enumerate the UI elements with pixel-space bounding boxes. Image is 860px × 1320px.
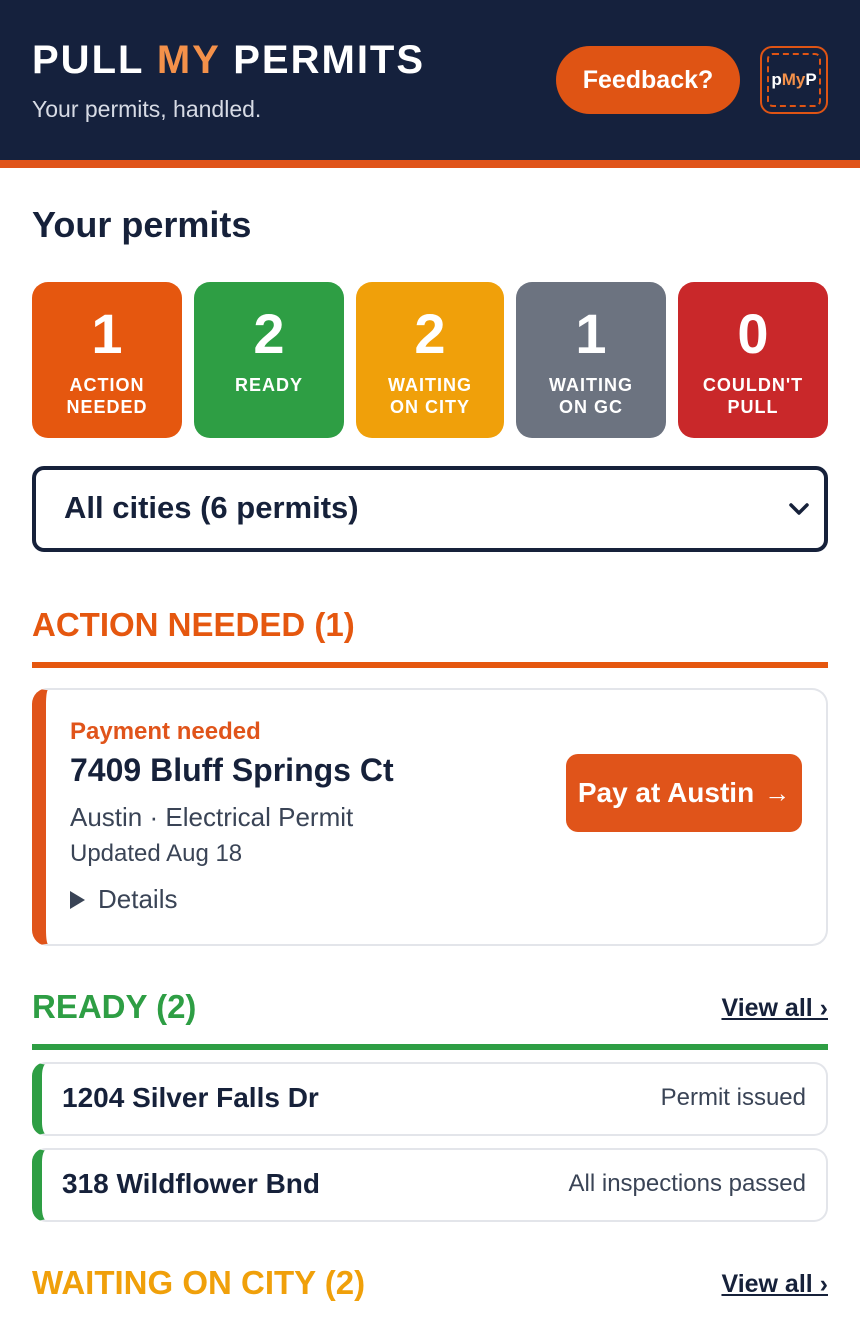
app-header: PULL MY PERMITS Your permits, handled. F… — [0, 0, 860, 160]
status-tile-action-needed[interactable]: 1 ACTION NEEDED — [32, 282, 182, 438]
brand-wordmark: PULL MY PERMITS — [32, 38, 425, 83]
tile-count: 0 — [737, 302, 769, 365]
status-tile-waiting-on-gc[interactable]: 1 WAITING ON GC — [516, 282, 666, 438]
tile-count: 1 — [575, 302, 607, 365]
view-all-waiting-on-city-link[interactable]: View all › — [721, 1270, 828, 1299]
logo-letters-my: My — [781, 70, 806, 89]
chevron-down-icon — [789, 503, 809, 515]
permit-row[interactable]: 318 Wildflower Bnd All inspections passe… — [32, 1148, 828, 1222]
brand-word-my: MY — [156, 38, 221, 82]
city-filter-select[interactable]: All cities (6 permits) — [32, 466, 828, 552]
permit-type: Electrical Permit — [165, 802, 354, 832]
tile-label: ACTION NEEDED — [66, 375, 148, 417]
meta-separator: · — [149, 802, 159, 832]
status-tile-ready[interactable]: 2 READY — [194, 282, 344, 438]
city-filter-value: All cities (6 permits) — [64, 490, 359, 525]
permit-row[interactable]: 1204 Silver Falls Dr Permit issued — [32, 1062, 828, 1136]
group-title-waiting-on-city: WAITING ON CITY (2) — [32, 1264, 366, 1301]
header-accent-stripe — [0, 160, 860, 168]
logo-letter-p2: P — [805, 70, 817, 89]
group-divider-ready — [32, 1044, 828, 1050]
tile-label: WAITING ON GC — [549, 375, 633, 417]
permit-meta: Austin · Electrical Permit — [70, 802, 353, 833]
row-status: All inspections passed — [568, 1170, 806, 1197]
page-title: Your permits — [32, 204, 252, 245]
app-logo-mark: p My P — [767, 53, 821, 107]
pay-at-city-button[interactable]: Pay at Austin → — [566, 754, 802, 832]
tile-count: 2 — [414, 302, 446, 365]
permit-status: Payment needed — [70, 718, 261, 745]
view-all-ready-link[interactable]: View all › — [721, 994, 828, 1023]
permit-card-action-needed: Payment needed 7409 Bluff Springs Ct Aus… — [32, 688, 828, 946]
tile-label: READY — [234, 375, 303, 395]
permit-updated: Updated Aug 18 — [70, 840, 243, 867]
brand-tagline: Your permits, handled. — [32, 96, 262, 122]
pay-button-label: Pay at Austin — [577, 777, 755, 808]
status-tile-couldnt-pull[interactable]: 0 COULDN'T PULL — [678, 282, 828, 438]
permit-address: 7409 Bluff Springs Ct — [70, 752, 394, 788]
tile-count: 2 — [253, 302, 285, 365]
arrow-right-icon: → — [764, 777, 791, 808]
details-label: Details — [98, 884, 178, 914]
group-title-action-needed: ACTION NEEDED (1) — [32, 606, 355, 643]
app-logo[interactable]: p My P — [760, 46, 828, 114]
tile-label: COULDN'T PULL — [702, 375, 804, 417]
status-tile-waiting-on-city[interactable]: 2 WAITING ON CITY — [356, 282, 504, 438]
tile-count: 1 — [91, 302, 123, 365]
disclosure-triangle-icon — [70, 890, 85, 909]
brand-word-permits: PERMITS — [233, 38, 426, 82]
permit-city: Austin — [70, 802, 143, 832]
feedback-button[interactable]: Feedback? — [556, 46, 740, 114]
group-divider-action-needed — [32, 662, 828, 668]
brand-word-pull: PULL — [32, 38, 144, 82]
row-address: 1204 Silver Falls Dr — [62, 1082, 319, 1113]
row-address: 318 Wildflower Bnd — [62, 1168, 321, 1199]
group-title-ready: READY (2) — [32, 988, 197, 1025]
logo-letter-p: p — [771, 70, 782, 89]
tile-label: WAITING ON CITY — [388, 375, 472, 417]
row-status: Permit issued — [660, 1084, 806, 1111]
details-toggle[interactable]: Details — [70, 884, 177, 915]
